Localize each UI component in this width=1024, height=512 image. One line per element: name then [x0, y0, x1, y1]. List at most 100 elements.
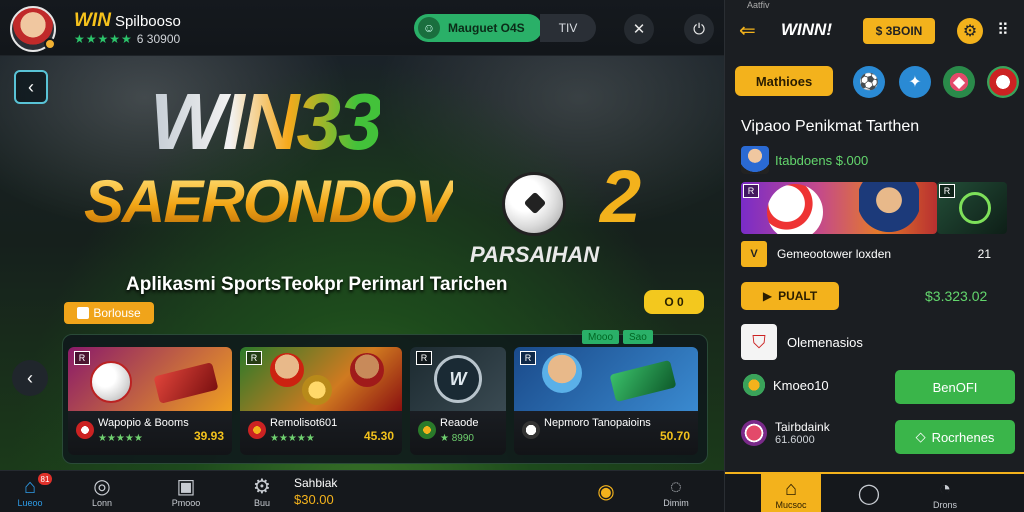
games-head-tag[interactable]: Sao [623, 330, 653, 344]
circle-icon: ◎ [93, 476, 111, 498]
carousel-prev-button[interactable]: ‹ [12, 360, 48, 396]
tab-matches[interactable]: Mathioes [735, 66, 833, 96]
category-icon[interactable]: ✦ [899, 66, 931, 98]
bet-button[interactable]: ▶ PUALT [741, 282, 839, 310]
nav-home[interactable]: ⌂ Lueoo 81 [0, 471, 60, 512]
nav-home-label: Lueoo [17, 498, 43, 508]
nav-sports[interactable]: ◯ [839, 474, 899, 512]
game-card[interactable]: R Remolisot601 ★★★★★ 45.30 [240, 347, 402, 455]
nav-settings[interactable]: ⚙ Buu [232, 471, 292, 512]
list-item: Kmoeo10 [741, 372, 829, 398]
badge-icon [741, 420, 767, 446]
right-balance-button[interactable]: $ 3BOIN [863, 18, 935, 44]
category-icon[interactable]: ⚽ [853, 66, 885, 98]
player-avatar [270, 353, 304, 387]
tv-label: TIV [558, 21, 578, 35]
power-icon[interactable]: ⏻ [684, 14, 714, 44]
match-row[interactable]: Itabdoens $.000 [741, 146, 868, 174]
ticket-icon [153, 362, 219, 404]
nav-account-label: Dimim [663, 498, 689, 508]
nav-home-label: Mucsoc [775, 500, 807, 510]
ball-icon [90, 361, 132, 403]
gear-icon: ⚙ [253, 476, 271, 498]
app-root: WIN Spilbooso ★★★★★ 6 30900 ☺ Mauguet O4S … [0, 0, 1024, 512]
gear-icon[interactable]: ⚙ [957, 18, 983, 44]
nav-profile-label: Drons [932, 500, 957, 510]
nav-wallet[interactable]: ◉ [576, 471, 636, 512]
green-secondary-label: Rocrhenes [931, 429, 995, 445]
status-dot-icon [44, 38, 56, 50]
app-name: Spilbooso [114, 13, 181, 30]
nav-sports[interactable]: ◎ Lonn [72, 471, 132, 512]
hero-yellow-button[interactable]: O 0 [644, 290, 704, 314]
card-chip-icon [76, 421, 94, 439]
back-arrow-icon[interactable]: ⇐ [739, 18, 756, 43]
home-icon: ⌂ [784, 478, 798, 500]
ball-icon [767, 184, 823, 234]
rating-stars: ★★★★★ [74, 32, 133, 46]
green-action-button[interactable]: BenOFI [895, 370, 1015, 404]
card-badge: R [74, 351, 90, 365]
fixture-row[interactable]: V Gemeootower loxden 21 [741, 240, 1011, 268]
bet-label: PUALT [778, 289, 818, 303]
bottom-balance: Sahbiak $30.00 [294, 476, 337, 507]
promo-button[interactable]: ☺ Mauguet O4S [414, 14, 542, 42]
top-bar: WIN Spilbooso ★★★★★ 6 30900 ☺ Mauguet O4S … [0, 0, 724, 56]
settings-icon[interactable]: ✕ [624, 14, 654, 44]
vs-icon: V [741, 241, 767, 267]
card-badge: R [520, 351, 536, 365]
match-banner[interactable]: R [741, 182, 937, 234]
bet-amount: $3.323.02 [925, 288, 988, 304]
player-avatar [350, 353, 384, 387]
list-item-sub: 61.6000 [775, 434, 815, 446]
tv-button[interactable]: TIV [540, 14, 596, 42]
game-card[interactable]: R Wapopio & Booms ★★★★★ 39.93 [68, 347, 232, 455]
card-chip-icon [248, 421, 266, 439]
card-art [240, 347, 402, 411]
games-head-tag[interactable]: Mooo [582, 330, 620, 344]
nav-profile[interactable]: ◔ Drons [915, 474, 975, 512]
rating-row: ★★★★★ 6 30900 [74, 32, 180, 46]
right-bottom-nav: ⌂ Mucsoc ◯ ◔ Drons [725, 472, 1024, 512]
list-item: Tairbdaink 61.6000 [741, 420, 830, 446]
card-title: Wapopio & Booms [98, 417, 189, 429]
nav-home[interactable]: ⌂ Mucsoc [761, 474, 821, 512]
tagline: Aplikasmi SportsTeokpr Perimarl Tarichen [126, 274, 508, 295]
right-panel: Aatfiv ⇐ WINN! $ 3BOIN ⚙ ⠿ Mathioes ⚽ ✦ … [724, 0, 1024, 512]
shield-icon: ⛉ [741, 324, 777, 360]
banner-badge: R [939, 184, 955, 198]
nav-account[interactable]: ◌ Dimim [646, 471, 706, 512]
card-chip-icon [418, 421, 436, 439]
hero-yellow-label: O 0 [664, 295, 684, 309]
right-top-bar: ⇐ WINN! $ 3BOIN ⚙ ⠿ [725, 14, 1024, 50]
promo-label: Mauguet O4S [448, 21, 525, 35]
back-button[interactable]: ‹ [14, 70, 48, 104]
card-title: Nepmoro Tanopaioins [544, 417, 651, 429]
match-row-label: Itabdoens $.000 [775, 152, 869, 168]
green-secondary-button[interactable]: ◇ Rocrhenes [895, 420, 1015, 454]
hero-tag-button[interactable]: Borlouse [64, 302, 154, 324]
nav-settings-label: Buu [253, 498, 270, 508]
list-item[interactable]: ⛉ Olemenasios [741, 324, 1011, 360]
category-icon[interactable] [987, 66, 1019, 98]
player-avatar [859, 182, 919, 234]
list-item-title: Tairbdaink [775, 420, 830, 434]
card-price: 50.70 [659, 429, 690, 443]
category-icon[interactable]: ◆ [943, 66, 975, 98]
more-icon[interactable]: ⠿ [997, 20, 1009, 40]
card-price: 45.30 [363, 429, 394, 443]
nav-promo[interactable]: ▣ Pmooo [156, 471, 216, 512]
tab-matches-label: Mathioes [755, 73, 813, 89]
hero-tag-label: Borlouse [93, 306, 141, 320]
player-avatar [542, 353, 582, 393]
card-badge: R [246, 351, 262, 365]
game-card[interactable]: R Nepmoro Tanopaioins 50.70 [514, 347, 698, 455]
fixture-number: 21 [977, 247, 991, 261]
card-title: Remolisot601 [270, 417, 338, 429]
home-icon: ⌂ [23, 476, 37, 498]
logo-number: 2 [600, 155, 642, 238]
side-banner[interactable]: R [937, 182, 1007, 234]
game-card[interactable]: W R Reaode ★ 8990 [410, 347, 506, 455]
bottom-balance-title: Sahbiak [294, 476, 338, 490]
status-text: Aatfiv [747, 0, 770, 10]
